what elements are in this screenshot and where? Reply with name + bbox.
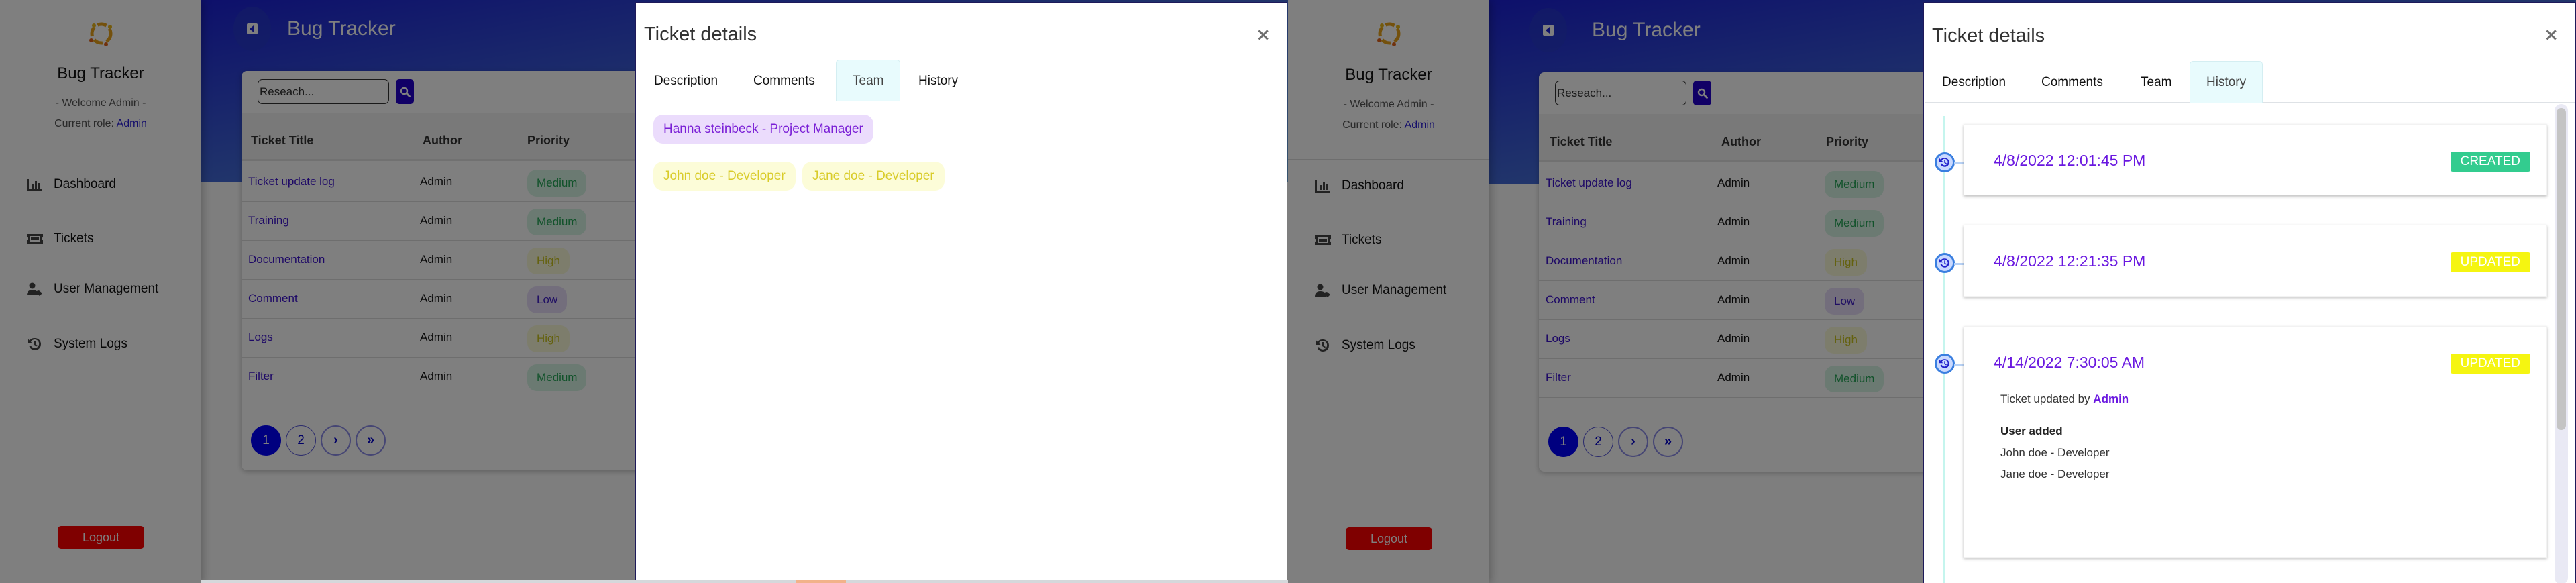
tab-description[interactable]: Description xyxy=(637,60,735,101)
event-date: 4/8/2022 12:01:45 PM xyxy=(1994,152,2146,169)
team-member-project-manager: Hanna steinbeck - Project Manager xyxy=(653,115,873,144)
timeline-connector xyxy=(1954,263,1964,265)
history-icon xyxy=(1939,258,1949,268)
close-button[interactable]: × xyxy=(2544,25,2559,45)
team-member-developer: Jane doe - Developer xyxy=(802,162,945,191)
history-event-icon xyxy=(1935,354,1955,374)
footer-accent xyxy=(796,580,846,583)
change-heading: User added xyxy=(2000,425,2063,437)
history-event: 4/8/2022 12:01:45 PM CREATED xyxy=(1964,124,2547,195)
modal-title: Ticket details xyxy=(1932,25,2045,46)
history-icon xyxy=(1939,359,1949,368)
close-button[interactable]: × xyxy=(1256,25,1271,45)
scrollbar[interactable] xyxy=(2555,104,2568,583)
tab-comments[interactable]: Comments xyxy=(737,60,832,101)
team-member-developer: John doe - Developer xyxy=(653,162,796,191)
timeline-connector xyxy=(1954,162,1964,164)
page-bottom-strip xyxy=(201,580,1288,583)
history-event-icon xyxy=(1935,253,1955,273)
updated-by-line: Ticket updated by Admin xyxy=(2000,392,2129,406)
modal-title: Ticket details xyxy=(644,23,757,45)
ticket-details-modal: Ticket details × Description Comments Te… xyxy=(635,2,1287,583)
event-type-badge: UPDATED xyxy=(2450,354,2530,374)
event-details: Ticket updated by Admin User added John … xyxy=(2000,392,2129,481)
modal-tabs: Description Comments Team History xyxy=(1925,61,2575,103)
history-icon xyxy=(1939,158,1949,167)
tab-comments[interactable]: Comments xyxy=(2025,61,2120,103)
scrollbar-thumb[interactable] xyxy=(2557,108,2566,430)
event-date: 4/8/2022 12:21:35 PM xyxy=(1994,252,2146,270)
timeline-connector xyxy=(1954,364,1964,366)
updated-by-label: Ticket updated by xyxy=(2000,392,2094,405)
tab-history[interactable]: History xyxy=(902,60,975,101)
event-type-badge: CREATED xyxy=(2450,152,2530,172)
history-event: 4/8/2022 12:21:35 PM UPDATED xyxy=(1964,225,2547,297)
change-item: Jane doe - Developer xyxy=(2000,468,2110,480)
event-type-badge: UPDATED xyxy=(2450,252,2530,272)
updated-by-user[interactable]: Admin xyxy=(2093,392,2129,405)
event-date: 4/14/2022 7:30:05 AM xyxy=(1994,354,2145,371)
tab-history[interactable]: History xyxy=(2190,61,2263,103)
ticket-details-modal: Ticket details × Description Comments Te… xyxy=(1923,2,2576,583)
screen-team-view: Bug Tracker - Welcome Admin - Current ro… xyxy=(0,0,1288,583)
timeline-line xyxy=(1943,116,1945,583)
modal-tabs: Description Comments Team History xyxy=(637,60,1287,101)
history-event: 4/14/2022 7:30:05 AM UPDATED Ticket upda… xyxy=(1964,326,2547,558)
history-event-icon xyxy=(1935,152,1955,172)
screen-history-view: Bug Tracker - Welcome Admin - Current ro… xyxy=(1288,0,2576,583)
change-item: John doe - Developer xyxy=(2000,446,2110,459)
tab-description[interactable]: Description xyxy=(1925,61,2023,103)
tab-team[interactable]: Team xyxy=(836,60,901,101)
tab-team[interactable]: Team xyxy=(2124,61,2188,103)
